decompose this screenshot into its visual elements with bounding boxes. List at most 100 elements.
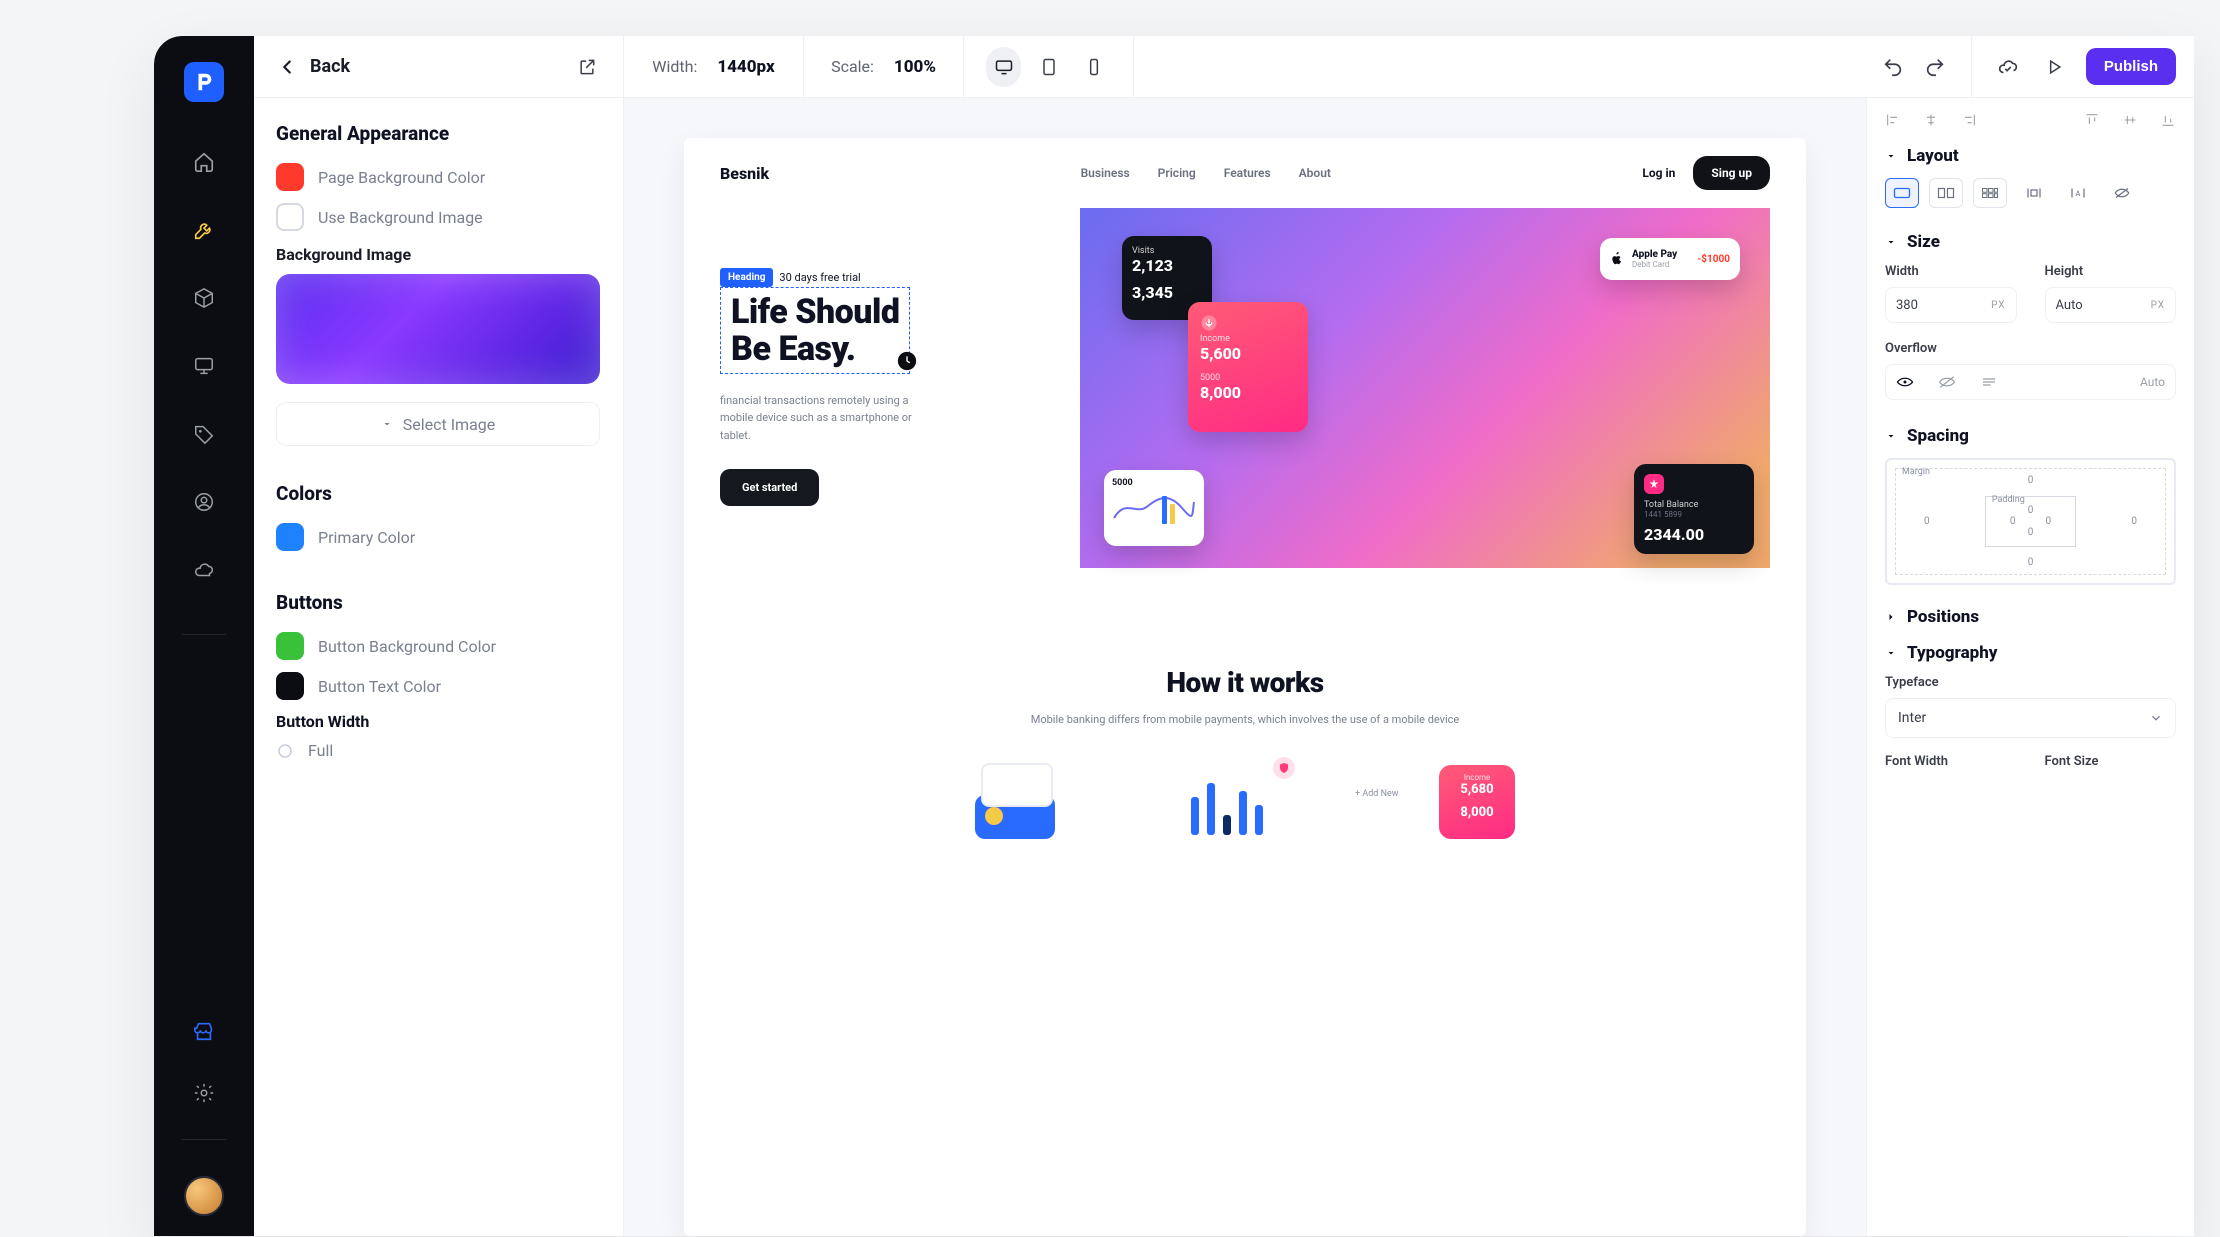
nav-screen[interactable] xyxy=(184,346,224,386)
tag-icon xyxy=(193,423,215,445)
nav-cube[interactable] xyxy=(184,278,224,318)
signup-button[interactable]: Sing up xyxy=(1693,156,1770,190)
button-width-full-row[interactable]: Full xyxy=(276,741,601,760)
nav-store[interactable] xyxy=(184,1011,224,1051)
nav-design[interactable] xyxy=(184,210,224,250)
use-bg-image-checkbox[interactable] xyxy=(276,203,304,231)
size-section-header[interactable]: Size xyxy=(1885,232,2176,252)
site-header: Besnik Business Pricing Features About L… xyxy=(684,138,1806,208)
nav-settings[interactable] xyxy=(184,1073,224,1113)
use-bg-image-row[interactable]: Use Background Image xyxy=(276,203,601,231)
cloud-save[interactable] xyxy=(1994,53,2022,81)
overflow-scroll[interactable] xyxy=(1980,375,1998,389)
margin-left[interactable]: 0 xyxy=(1924,516,1930,527)
primary-color-swatch[interactable] xyxy=(276,523,304,551)
overflow-control[interactable]: Auto xyxy=(1885,364,2176,400)
website-canvas[interactable]: Besnik Business Pricing Features About L… xyxy=(684,138,1806,1236)
layout-section-header[interactable]: Layout xyxy=(1885,146,2176,166)
layout-block[interactable] xyxy=(1885,178,1919,208)
layout-title: Layout xyxy=(1907,146,1959,166)
heading-tag[interactable]: Heading xyxy=(720,268,773,287)
select-image-dropdown[interactable]: Select Image xyxy=(276,402,600,446)
margin-bottom[interactable]: 0 xyxy=(1924,557,2137,568)
redo-icon xyxy=(1924,56,1946,78)
page-bg-color-swatch[interactable] xyxy=(276,163,304,191)
overflow-hidden[interactable] xyxy=(1938,375,1956,389)
height-input[interactable]: Auto PX xyxy=(2045,287,2177,323)
spacing-title: Spacing xyxy=(1907,426,1969,446)
preview-button[interactable] xyxy=(2040,53,2068,81)
positions-section-header[interactable]: Positions xyxy=(1885,607,2176,627)
undo-button[interactable] xyxy=(1879,53,1907,81)
layout-grid-icon xyxy=(1981,186,1999,200)
layout-text[interactable]: A xyxy=(2061,178,2095,208)
overflow-auto-label[interactable]: Auto xyxy=(2140,375,2165,389)
selected-heading[interactable]: Life Should Be Easy. xyxy=(720,287,910,374)
layout-cols[interactable] xyxy=(1929,178,1963,208)
balance-sub: 1441 5899 xyxy=(1644,510,1744,519)
back-button[interactable]: Back xyxy=(276,56,350,78)
nav-home[interactable] xyxy=(184,142,224,182)
width-input[interactable]: 380 PX xyxy=(1885,287,2017,323)
menu-item[interactable]: About xyxy=(1299,166,1331,180)
layout-inline[interactable] xyxy=(2017,178,2051,208)
align-h-left[interactable] xyxy=(1885,112,1901,128)
layout-hidden[interactable] xyxy=(2105,178,2139,208)
typeface-select[interactable]: Inter xyxy=(1885,698,2176,738)
radio-unchecked-icon[interactable] xyxy=(276,742,294,760)
nav-user[interactable] xyxy=(184,482,224,522)
align-v-top[interactable] xyxy=(2084,112,2100,128)
button-bg-color-row[interactable]: Button Background Color xyxy=(276,632,601,660)
align-h-center[interactable] xyxy=(1923,112,1939,128)
get-started-button[interactable]: Get started xyxy=(720,469,819,506)
height-field-label: Height xyxy=(2045,264,2177,279)
page-bg-color-row[interactable]: Page Background Color xyxy=(276,163,601,191)
nav-cloud[interactable] xyxy=(184,550,224,590)
device-mobile[interactable] xyxy=(1076,47,1111,87)
align-hcenter-icon xyxy=(1923,112,1939,128)
box-model-editor[interactable]: Margin 0 0 Padding 0 0 0 0 xyxy=(1885,458,2176,585)
login-link[interactable]: Log in xyxy=(1642,166,1675,180)
device-tablet[interactable] xyxy=(1031,47,1066,87)
width-value[interactable]: 1440px xyxy=(717,57,774,77)
layout-grid[interactable] xyxy=(1973,178,2007,208)
nav-tag[interactable] xyxy=(184,414,224,454)
device-desktop[interactable] xyxy=(986,47,1021,87)
padding-bottom[interactable]: 0 xyxy=(2010,527,2051,538)
spacing-section-header[interactable]: Spacing xyxy=(1885,426,2176,446)
button-bg-color-swatch[interactable] xyxy=(276,632,304,660)
layout-block-icon xyxy=(1893,186,1911,200)
scale-value[interactable]: 100% xyxy=(894,57,936,77)
button-text-color-row[interactable]: Button Text Color xyxy=(276,672,601,700)
user-avatar[interactable] xyxy=(184,1176,224,1216)
hcard-value: 5,680 xyxy=(1447,782,1507,797)
align-top-icon xyxy=(2084,112,2100,128)
arrow-down-circle-icon xyxy=(1200,314,1218,332)
redo-button[interactable] xyxy=(1921,53,1949,81)
publish-button[interactable]: Publish xyxy=(2086,48,2176,85)
user-circle-icon xyxy=(193,491,215,513)
open-external-button[interactable] xyxy=(573,53,601,81)
use-bg-image-label: Use Background Image xyxy=(318,208,483,227)
app-logo xyxy=(184,62,224,102)
align-h-right[interactable] xyxy=(1961,112,1977,128)
overflow-visible[interactable] xyxy=(1896,375,1914,389)
headline-line1: Life Should xyxy=(731,294,899,331)
typography-section-header[interactable]: Typography xyxy=(1885,643,2176,663)
background-image-thumbnail[interactable] xyxy=(276,274,600,384)
primary-color-row[interactable]: Primary Color xyxy=(276,523,601,551)
padding-top[interactable]: 0 xyxy=(2010,505,2051,516)
align-v-bottom[interactable] xyxy=(2160,112,2176,128)
menu-item[interactable]: Pricing xyxy=(1158,166,1196,180)
tablet-icon xyxy=(1039,57,1059,77)
margin-right[interactable]: 0 xyxy=(2131,516,2137,527)
canvas-area[interactable]: Besnik Business Pricing Features About L… xyxy=(624,98,1866,1236)
padding-left[interactable]: 0 xyxy=(2010,516,2016,527)
padding-right[interactable]: 0 xyxy=(2046,516,2052,527)
button-text-color-swatch[interactable] xyxy=(276,672,304,700)
align-v-middle[interactable] xyxy=(2122,112,2138,128)
menu-item[interactable]: Features xyxy=(1224,166,1271,180)
menu-item[interactable]: Business xyxy=(1081,166,1130,180)
margin-top[interactable]: 0 xyxy=(1924,475,2137,486)
mini-card-income: Income 5,600 5000 8,000 xyxy=(1188,302,1308,432)
